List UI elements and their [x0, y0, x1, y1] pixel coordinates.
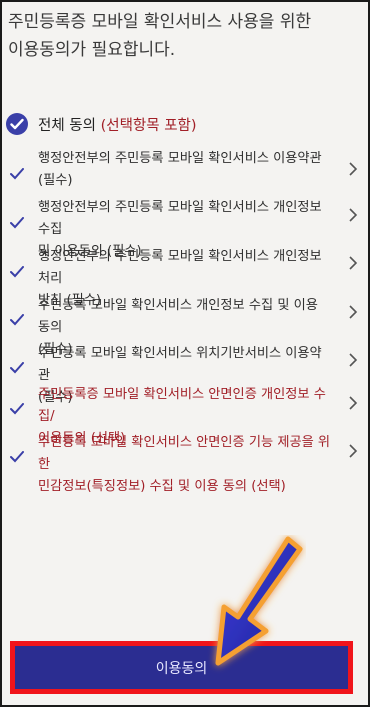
chevron-right-icon[interactable] [348, 443, 358, 458]
page-title-line-1: 주민등록증 모바일 확인서비스 사용을 위한 [8, 12, 312, 32]
check-icon[interactable] [10, 448, 24, 463]
chevron-right-icon[interactable] [348, 352, 358, 367]
page-title: 주민등록증 모바일 확인서비스 사용을 위한 이용동의가 필요합니다. [8, 8, 348, 64]
term-text: 주민등록 모바일 확인서비스 안면인증 기능 제공을 위한 민감정보(특징정보) … [38, 435, 331, 494]
chevron-right-icon[interactable] [348, 207, 358, 222]
term-text: 행정안전부의 주민등록 모바일 확인서비스 이용약관 (필수) [38, 151, 322, 188]
chevron-right-icon[interactable] [348, 255, 358, 270]
check-circle-icon[interactable] [6, 113, 28, 135]
check-icon[interactable] [10, 400, 24, 415]
check-icon[interactable] [10, 214, 24, 229]
check-icon[interactable] [10, 311, 24, 326]
agree-button[interactable]: 이용동의 [15, 646, 348, 689]
chevron-right-icon[interactable] [348, 304, 358, 319]
check-icon[interactable] [10, 165, 24, 180]
agree-all-note: (선택항목 포함) [100, 117, 197, 134]
agree-all-main: 전체 동의 [38, 117, 96, 134]
page-title-line-2: 이용동의가 필요합니다. [8, 40, 176, 60]
agree-all-label: 전체 동의 (선택항목 포함) [38, 114, 197, 135]
chevron-right-icon[interactable] [348, 395, 358, 410]
check-icon[interactable] [10, 359, 24, 374]
agree-all-row[interactable]: 전체 동의 (선택항목 포함) [6, 110, 197, 138]
chevron-right-icon[interactable] [348, 161, 358, 176]
check-icon[interactable] [10, 263, 24, 278]
